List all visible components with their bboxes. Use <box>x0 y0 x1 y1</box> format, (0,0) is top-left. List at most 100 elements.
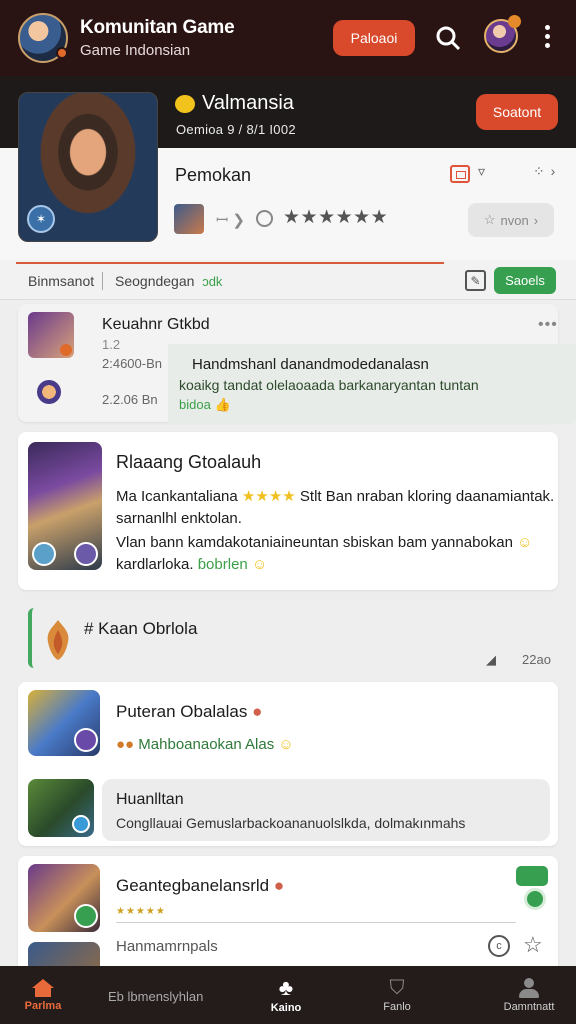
green-status-icon[interactable] <box>524 888 546 910</box>
thumbs-icon: 👍 <box>214 397 231 412</box>
overflow-menu-button[interactable] <box>545 25 550 48</box>
top-app-bar: Komunitan Game Game Indonsian Paloaoi <box>0 0 576 76</box>
post-title: Rlaaang Gtoalauh <box>116 452 262 472</box>
quoted-message[interactable]: Huanlltan Congllauai Gemuslarbackoananuo… <box>102 779 550 841</box>
check-badge-icon <box>74 904 98 928</box>
hero-action-button[interactable]: Soatont <box>476 94 558 130</box>
gallery-icon[interactable] <box>450 165 470 183</box>
post-line-2: sarnanlhl enktolan. <box>116 510 242 527</box>
grid-icon[interactable]: ⁘ › <box>533 163 556 180</box>
tab-first[interactable]: Binmsanot <box>28 273 94 289</box>
post-line-3-text: bidoa <box>179 397 211 412</box>
replier-avatar[interactable] <box>37 380 61 404</box>
nav-club[interactable]: ♣ Kaino <box>257 966 315 1024</box>
verified-badge-icon <box>72 815 90 833</box>
post-line-3: Vlan bann kamdakotaniaineuntan sbiskan b… <box>116 534 532 551</box>
hero-thumbnail[interactable] <box>28 864 100 932</box>
tab-second[interactable]: Seogndegan ɔdk <box>115 273 222 289</box>
reply-timestamp: 2.2.06 Bn <box>102 392 158 407</box>
role-badge-icon <box>32 542 56 566</box>
post-line-4-a: kardlarloka. <box>116 556 194 573</box>
community-avatar[interactable] <box>18 13 68 63</box>
filter-icon[interactable]: ▿ <box>478 163 485 180</box>
online-status-dot <box>56 47 68 59</box>
player-thumbnail[interactable] <box>28 779 94 837</box>
post-line-1-a: Ma Icankantaliana <box>116 488 238 505</box>
post-card-3[interactable]: Puteran Obalalas ● ●● Mahboanaokan Alas … <box>18 682 558 846</box>
hero-thumbnail[interactable] <box>28 442 102 570</box>
club-icon: ♣ <box>278 974 294 1000</box>
game-thumbnail[interactable] <box>28 690 100 756</box>
smile-icon: ☺ <box>517 534 533 551</box>
post-line-2: koaikg tandat olelaoaada barkanaryantan … <box>179 377 479 393</box>
nav-community[interactable]: ⛉ Fanlo <box>368 966 426 1024</box>
post-line-1: Ma Icankantaliana ★★★★ Stlt Ban nraban k… <box>116 487 554 505</box>
nav-club-label: Kaino <box>270 1001 302 1014</box>
star-outline-icon[interactable]: ☆ <box>523 932 543 958</box>
quoted-title: Huanlltan <box>116 791 184 808</box>
post-line-4: kardlarloka. ɓobrlen ☺ <box>116 556 267 573</box>
save-button[interactable]: Saoels <box>494 267 556 294</box>
post-subtitle-text: Mahboanaokan Alas <box>138 736 275 753</box>
secondary-button[interactable]: ☆ nvon › <box>468 203 554 237</box>
post-line-4-tag: ɓobrlen <box>197 556 248 573</box>
tab-second-label: Seogndegan <box>115 273 195 289</box>
coin-icon <box>175 95 195 113</box>
post-title: Keuahnr Gtkbd <box>102 316 210 333</box>
nav-home[interactable]: Parlma <box>14 966 72 1024</box>
post-footer-text: Hanmamrnpals <box>116 938 218 955</box>
post-timestamp: 2:4600-Bn <box>102 356 162 371</box>
search-icon <box>436 26 461 51</box>
divider <box>116 922 516 923</box>
chevron-right-icon: › <box>533 212 539 228</box>
fire-icon: ●● <box>116 736 135 753</box>
coin-outline-icon <box>256 210 273 227</box>
tab-separator <box>102 272 103 290</box>
avatar-status-dot <box>60 344 72 356</box>
post-title-text: Geantegbanelansrld <box>116 876 270 895</box>
post-title: Geantegbanelansrld ● <box>116 876 284 896</box>
community-icon: ⛉ <box>389 976 405 999</box>
app-title-group: Komunitan Game Game Indonsian <box>80 17 235 59</box>
section-time: 22ao <box>522 652 551 667</box>
post-count: 1.2 <box>102 337 121 352</box>
notification-badge <box>508 15 521 28</box>
poster-avatar[interactable] <box>28 312 74 358</box>
post-subtitle: ●● Mahboanaokan Alas ☺ <box>116 736 294 753</box>
skill-badge-icon <box>74 728 98 752</box>
section-title: # Kaan Obrlola <box>84 619 198 638</box>
hero-character-image[interactable]: ✶ <box>18 92 158 242</box>
hero-name: Valmansia <box>202 92 294 114</box>
tab-bar: Binmsanot Seogndegan ɔdk ✎ Saoels <box>0 260 576 300</box>
post-line-3: bidoa 👍 <box>179 397 231 413</box>
post-card-4[interactable]: Geantegbanelansrld ● ★★★★★ Hanmamrnpals … <box>18 856 558 976</box>
user-icon <box>518 977 540 998</box>
pin-icon: ◢ <box>486 652 496 667</box>
section-header[interactable]: # Kaan Obrlola ◢ 22ao <box>28 608 568 668</box>
smile-icon: ☺ <box>251 556 268 573</box>
badge-icon: ● <box>273 876 285 895</box>
section-accent-bar <box>28 608 40 668</box>
header-action-button[interactable]: Paloaoi <box>333 20 415 56</box>
rating-stars: ★★★★★★ <box>283 207 389 228</box>
nav-home-label: Parlma <box>24 999 62 1012</box>
hero-meta: Oemioa 9 / 8/1 I002 <box>176 122 296 137</box>
search-button[interactable] <box>435 25 461 51</box>
role-badge-icon: ✶ <box>27 205 55 233</box>
phoenix-icon <box>47 620 69 660</box>
user-avatar-button[interactable] <box>484 15 521 53</box>
coin-outline-icon[interactable]: c <box>488 935 510 957</box>
home-icon <box>32 978 54 997</box>
edit-icon[interactable]: ✎ <box>465 270 486 291</box>
nav-profile[interactable]: Damntnatt <box>496 966 562 1024</box>
game-thumbnail[interactable] <box>174 204 204 234</box>
post-card-2[interactable]: Rlaaang Gtoalauh Ma Icankantaliana ★★★★ … <box>18 432 558 590</box>
nav-middle-text: Eb lbmenslyhlan <box>108 989 204 1004</box>
more-horizontal-icon[interactable]: ••• <box>538 316 558 334</box>
badge-icon: ● <box>252 702 263 721</box>
tab-accent-line <box>16 262 444 264</box>
thumbs-icon: ☺ <box>278 736 294 753</box>
skill-badge-icon <box>74 542 98 566</box>
star-outline-icon: ☆ <box>483 212 496 227</box>
post-card-1[interactable]: Keuahnr Gtkbd ••• 1.2 2:4600-Bn 2.2.06 B… <box>18 304 576 424</box>
